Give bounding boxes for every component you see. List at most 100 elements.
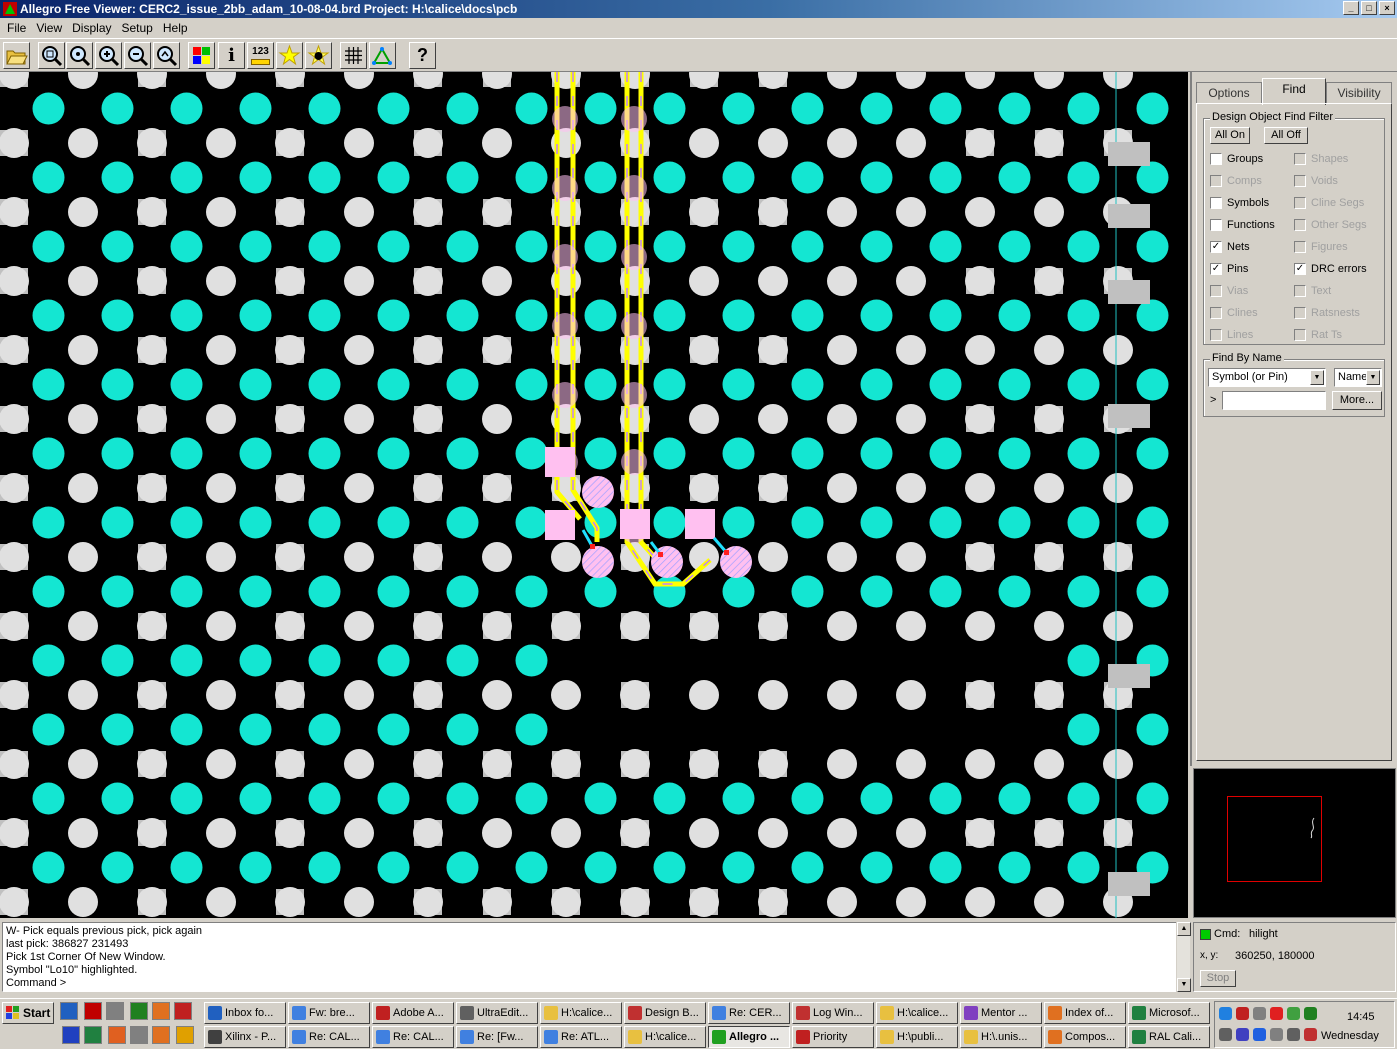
zoom-fit-icon[interactable]: [38, 42, 65, 69]
help-icon[interactable]: ?: [409, 42, 436, 69]
stop-button[interactable]: Stop: [1200, 970, 1236, 987]
info-icon[interactable]: i: [218, 42, 245, 69]
taskbar-button[interactable]: Fw: bre...: [288, 1002, 370, 1024]
taskbar-button[interactable]: Allegro ...: [708, 1026, 790, 1048]
scroll-down-icon[interactable]: ▼: [1177, 978, 1191, 992]
tray-app-icon[interactable]: [1219, 1028, 1232, 1041]
ql-pen-icon[interactable]: [130, 1026, 148, 1044]
taskbar-button[interactable]: H:\calice...: [876, 1002, 958, 1024]
find-type-select[interactable]: Symbol (or Pin) ▼: [1208, 368, 1326, 387]
console-scrollbar[interactable]: ▲ ▼: [1176, 922, 1191, 992]
highlight-icon[interactable]: [276, 42, 303, 69]
ql-hp-icon[interactable]: [84, 1002, 102, 1020]
color-icon[interactable]: [188, 42, 215, 69]
taskbar-button[interactable]: Re: CAL...: [372, 1026, 454, 1048]
all-on-button[interactable]: All On: [1210, 127, 1250, 144]
taskbar-button[interactable]: Index of...: [1044, 1002, 1126, 1024]
taskbar-button[interactable]: Priority: [792, 1026, 874, 1048]
more-button[interactable]: More...: [1332, 391, 1382, 410]
net-icon[interactable]: [369, 42, 396, 69]
taskbar-button[interactable]: Log Win...: [792, 1002, 874, 1024]
ql-ie2-icon[interactable]: [106, 1002, 124, 1020]
open-folder-icon[interactable]: [3, 42, 30, 69]
menu-file[interactable]: File: [2, 21, 31, 35]
taskbar-button[interactable]: Inbox fo...: [204, 1002, 286, 1024]
taskbar-button[interactable]: Compos...: [1044, 1026, 1126, 1048]
zoom-previous-icon[interactable]: [153, 42, 180, 69]
ql-ff2-icon[interactable]: [152, 1026, 170, 1044]
allegro-app-icon[interactable]: [3, 2, 17, 16]
world-view-minimap[interactable]: [1193, 768, 1396, 918]
command-prompt[interactable]: Command >: [6, 977, 1173, 990]
all-off-button[interactable]: All Off: [1264, 127, 1308, 144]
filter-symbols-checkbox[interactable]: Symbols: [1210, 197, 1269, 209]
tray-app-icon[interactable]: [1253, 1028, 1266, 1041]
filter-drc-errors-checkbox[interactable]: ✓ DRC errors: [1294, 263, 1367, 275]
filter-functions-checkbox[interactable]: Functions: [1210, 219, 1275, 231]
dehighlight-icon[interactable]: [305, 42, 332, 69]
tray-app-icon[interactable]: [1270, 1007, 1283, 1020]
filter-nets-checkbox[interactable]: ✓ Nets: [1210, 241, 1250, 253]
scroll-up-icon[interactable]: ▲: [1177, 922, 1191, 936]
taskbar-button[interactable]: H:\publi...: [876, 1026, 958, 1048]
taskbar-button[interactable]: Re: CER...: [708, 1002, 790, 1024]
tab-options[interactable]: Options: [1196, 82, 1262, 104]
menu-help[interactable]: Help: [158, 21, 193, 35]
tray-app-icon[interactable]: [1270, 1028, 1283, 1041]
chevron-down-icon[interactable]: ▼: [1310, 370, 1324, 385]
ql-app-icon[interactable]: [174, 1002, 192, 1020]
tray-app-icon[interactable]: [1304, 1007, 1317, 1020]
tray-app-icon[interactable]: [1236, 1007, 1249, 1020]
taskbar-button[interactable]: Design B...: [624, 1002, 706, 1024]
minimize-button[interactable]: _: [1343, 1, 1359, 15]
taskbar-button[interactable]: H:\calice...: [540, 1002, 622, 1024]
measure-icon[interactable]: 123: [247, 42, 274, 69]
taskbar-button[interactable]: Re: ATL...: [540, 1026, 622, 1048]
taskbar-button[interactable]: Mentor ...: [960, 1002, 1042, 1024]
taskbar-button[interactable]: Re: [Fw...: [456, 1026, 538, 1048]
via-pad-cyan: [101, 644, 134, 677]
taskbar-button[interactable]: Re: CAL...: [288, 1026, 370, 1048]
ql-firefox-icon[interactable]: [152, 1002, 170, 1020]
taskbar-button[interactable]: Microsof...: [1128, 1002, 1210, 1024]
taskbar-button[interactable]: RAL Cali...: [1128, 1026, 1210, 1048]
menu-display[interactable]: Display: [67, 21, 116, 35]
tray-app-icon[interactable]: [1253, 1007, 1266, 1020]
find-name-input[interactable]: [1222, 391, 1326, 410]
tray-app-icon[interactable]: [1219, 1007, 1232, 1020]
menu-setup[interactable]: Setup: [117, 21, 158, 35]
ql-c-icon[interactable]: [130, 1002, 148, 1020]
find-mode-select[interactable]: Name ▼: [1334, 368, 1382, 387]
taskbar-button[interactable]: H:\calice...: [624, 1026, 706, 1048]
tray-app-icon[interactable]: [1236, 1028, 1249, 1041]
ql-u-icon[interactable]: [176, 1026, 194, 1044]
tab-visibility[interactable]: Visibility: [1326, 82, 1392, 104]
zoom-out-icon[interactable]: [124, 42, 151, 69]
ql-excel-icon[interactable]: [84, 1026, 102, 1044]
taskbar-button[interactable]: Xilinx - P...: [204, 1026, 286, 1048]
filter-pins-checkbox[interactable]: ✓ Pins: [1210, 263, 1248, 275]
taskbar-button[interactable]: UltraEdit...: [456, 1002, 538, 1024]
menu-view[interactable]: View: [31, 21, 67, 35]
pcb-canvas[interactable]: [0, 72, 1188, 918]
chevron-down-icon[interactable]: ▼: [1366, 370, 1380, 385]
close-button[interactable]: ×: [1379, 1, 1395, 15]
zoom-window-icon[interactable]: [66, 42, 93, 69]
taskbar-button[interactable]: Adobe A...: [372, 1002, 454, 1024]
ql-word-icon[interactable]: [62, 1026, 80, 1044]
maximize-button[interactable]: □: [1361, 1, 1377, 15]
pcb-board-view[interactable]: [0, 72, 1188, 918]
tray-app-icon[interactable]: [1287, 1007, 1300, 1020]
zoom-in-icon[interactable]: [95, 42, 122, 69]
tray-app-icon[interactable]: [1287, 1028, 1300, 1041]
taskbar-button[interactable]: H:\.unis...: [960, 1026, 1042, 1048]
filter-groups-checkbox[interactable]: Groups: [1210, 153, 1263, 165]
start-button[interactable]: Start: [2, 1002, 54, 1024]
grid-icon[interactable]: [340, 42, 367, 69]
view-window-frame[interactable]: [1227, 796, 1322, 882]
tab-find[interactable]: Find: [1262, 78, 1326, 105]
tray-app-icon[interactable]: [1304, 1028, 1317, 1041]
command-console[interactable]: W- Pick equals previous pick, pick again…: [2, 922, 1177, 992]
ql-ppt-icon[interactable]: [108, 1026, 126, 1044]
ql-ie-icon[interactable]: [60, 1002, 78, 1020]
